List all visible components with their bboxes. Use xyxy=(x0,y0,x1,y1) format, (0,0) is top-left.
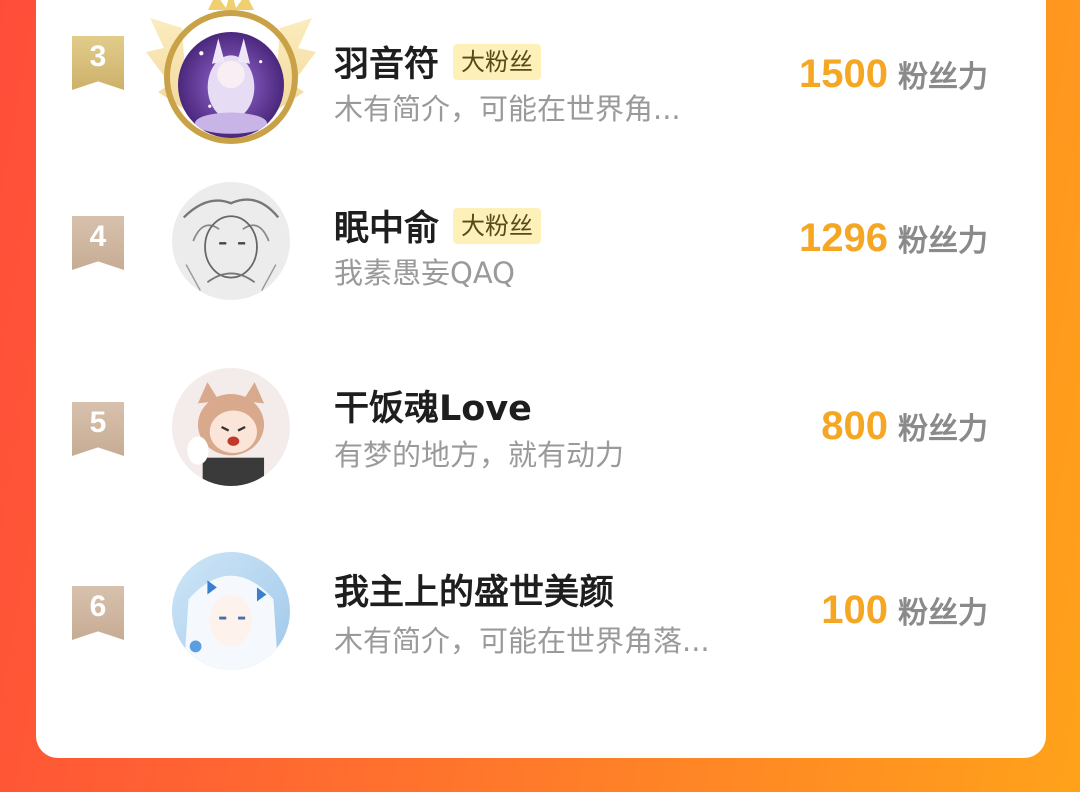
fan-level-badge: 大粉丝 xyxy=(453,207,542,244)
user-bio: 有梦的地方，就有动力 xyxy=(334,438,625,472)
anime-avatar-sketch-icon xyxy=(172,182,290,300)
user-name-text: 眠中俞 xyxy=(334,209,440,249)
avatar[interactable] xyxy=(172,368,290,486)
avatar[interactable] xyxy=(172,182,290,300)
fan-score-unit: 粉丝力 xyxy=(898,60,988,95)
fan-score-unit: 粉丝力 xyxy=(898,412,988,447)
fan-score-unit: 粉丝力 xyxy=(898,224,988,259)
user-name-text: 我主上的盛世美颜 xyxy=(334,573,615,613)
user-name[interactable]: 羽音符 大粉丝 xyxy=(334,36,542,87)
user-bio: 木有简介，可能在世界角... xyxy=(334,92,681,126)
fan-ranking-card: 3 羽音符 大粉丝 木有简介，可能在世界角... 1500 粉丝力 4 眠中俞 … xyxy=(36,0,1046,758)
fan-score-value: 1296 xyxy=(799,216,888,260)
fan-score-unit: 粉丝力 xyxy=(898,596,988,631)
ranking-row[interactable]: 3 羽音符 大粉丝 木有简介，可能在世界角... 1500 粉丝力 xyxy=(36,0,1046,150)
rank-ribbon: 3 xyxy=(72,36,124,90)
rank-ribbon: 5 xyxy=(72,402,124,456)
fan-score-value: 100 xyxy=(821,588,888,632)
fan-level-badge: 大粉丝 xyxy=(453,43,542,80)
user-bio: 我素愚妄QAQ xyxy=(334,256,515,290)
fan-score: 1296 粉丝力 xyxy=(799,216,988,261)
fan-score-value: 1500 xyxy=(799,52,888,96)
user-name-text: 干饭魂Love xyxy=(334,389,532,429)
ranking-row[interactable]: 5 干饭魂Love 有梦的地方，就有动力 800 粉丝力 xyxy=(36,368,1046,518)
rank-ribbon: 4 xyxy=(72,216,124,270)
user-name[interactable]: 我主上的盛世美颜 xyxy=(334,564,614,615)
user-name-text: 羽音符 xyxy=(334,45,440,85)
user-name[interactable]: 干饭魂Love xyxy=(334,380,532,431)
anime-avatar-white-hair-icon xyxy=(172,552,290,670)
fan-score: 800 粉丝力 xyxy=(821,404,988,449)
anime-avatar-catgirl-icon xyxy=(172,368,290,486)
avatar[interactable] xyxy=(172,552,290,670)
user-name[interactable]: 眠中俞 大粉丝 xyxy=(334,200,542,251)
avatar[interactable] xyxy=(178,32,284,138)
user-bio: 木有简介，可能在世界角落... xyxy=(334,624,710,658)
anime-avatar-purple-icon xyxy=(178,32,284,138)
fan-score-value: 800 xyxy=(821,404,888,448)
ranking-row[interactable]: 4 眠中俞 大粉丝 我素愚妄QAQ 1296 粉丝力 xyxy=(36,182,1046,332)
fan-score: 100 粉丝力 xyxy=(821,588,988,633)
rank-ribbon: 6 xyxy=(72,586,124,640)
fan-score: 1500 粉丝力 xyxy=(799,52,988,97)
ranking-row[interactable]: 6 我主上的盛世美颜 木有简介，可能在世界角落... 100 粉丝力 xyxy=(36,552,1046,702)
